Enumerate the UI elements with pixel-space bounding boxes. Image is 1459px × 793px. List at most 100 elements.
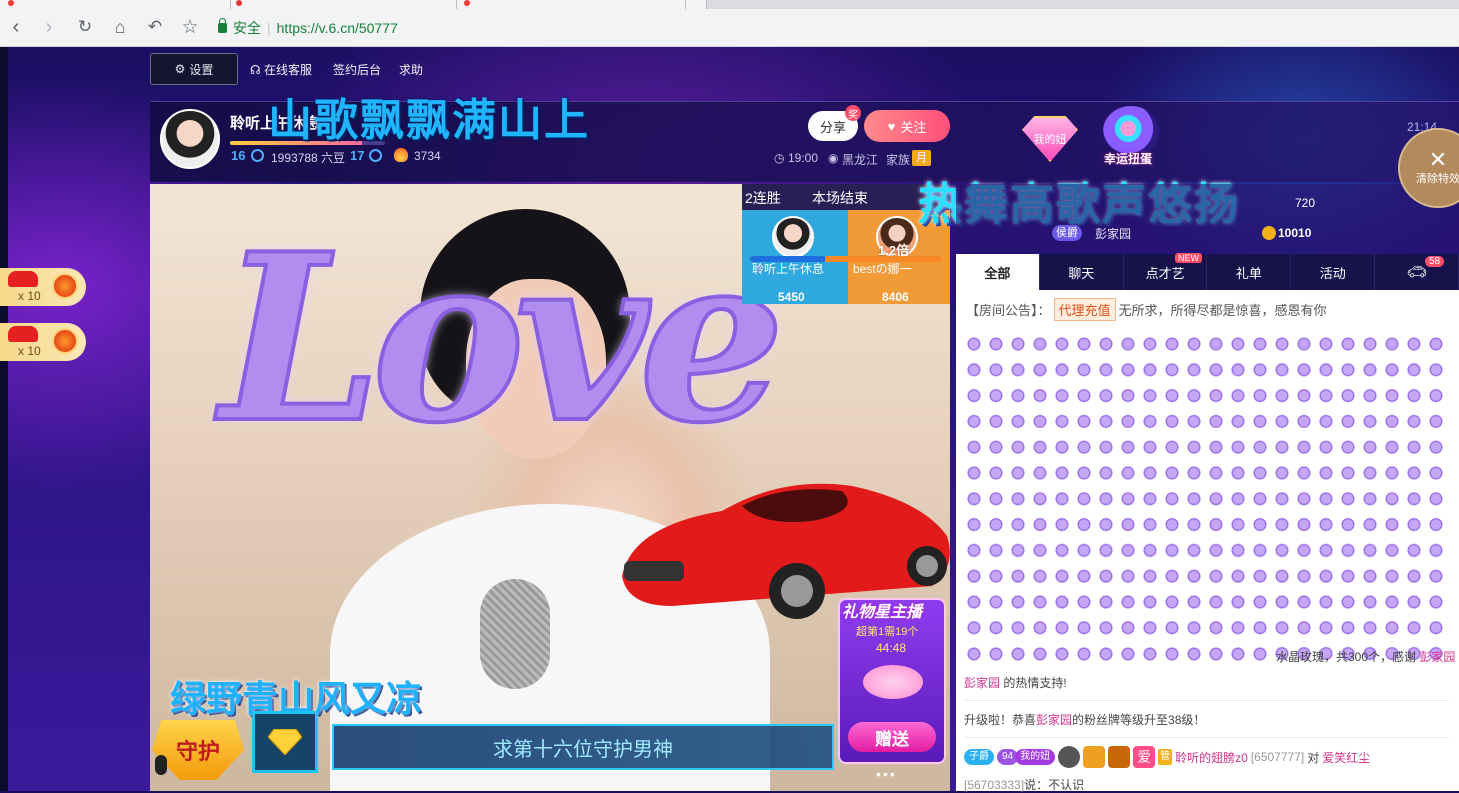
browser-tab[interactable]: [0, 0, 231, 9]
browser-tab[interactable]: [457, 0, 686, 9]
tab-gift-list[interactable]: 礼单: [1207, 254, 1292, 290]
lock-icon: [218, 18, 227, 33]
service-link[interactable]: ☊ 在线客服: [250, 61, 312, 78]
crystal-rose-icons: [966, 646, 1274, 666]
level-left: 16: [231, 148, 246, 163]
tab-favicon: [464, 0, 470, 6]
help-link[interactable]: 求助: [399, 61, 423, 78]
video-microphone: [480, 579, 550, 689]
popularity-count: 3734: [414, 149, 441, 163]
gift-orb-icon: [52, 328, 78, 354]
clock-icon: ◷: [774, 151, 785, 165]
chat-username[interactable]: 聆听的翅膀z0: [1175, 749, 1248, 766]
chat-said: 说：不认识: [1024, 778, 1085, 792]
pk-progress-fill: [750, 256, 825, 262]
browser-toolbar: ‹ › ↻ ⌂ ↶ ☆ 安全 | https://v.6.cn/50777: [0, 0, 1459, 47]
gift-message-tail: 彭家园 的热情支持!: [964, 674, 1067, 691]
new-badge: NEW: [1175, 253, 1202, 263]
close-icon: ✕: [1428, 147, 1448, 172]
rank-username[interactable]: 彭家园: [1095, 225, 1131, 242]
undo-icon[interactable]: ↶: [143, 15, 167, 39]
clear-effects-label: 清除特效: [1416, 173, 1459, 185]
coin-icon: [1262, 226, 1276, 240]
gift-message: 水晶玫瑰，共300个，感谢 彭家园: [1276, 648, 1455, 665]
sign-link[interactable]: 签约后台: [333, 61, 381, 78]
divider: [964, 737, 1450, 738]
address-bar[interactable]: 安全 | https://v.6.cn/50777: [212, 15, 1452, 41]
headset-icon: ☊: [250, 63, 261, 77]
gift-sender[interactable]: 彭家园: [1419, 650, 1455, 664]
car-gift-icon: [8, 326, 38, 342]
crown-icon: [1083, 746, 1106, 768]
gift-star-countdown: 44:48: [876, 641, 907, 655]
rank-coin-value: 10010: [1278, 226, 1312, 240]
notice-text: 无所求，所得尽都是惊喜，感恩有你: [1118, 303, 1327, 318]
lucky-egg-icon[interactable]: [1103, 106, 1159, 156]
level-right: 17: [350, 148, 365, 163]
upgrade-prefix: 升级啦！恭喜: [964, 713, 1037, 727]
love-badge: 爱: [1133, 746, 1156, 768]
love-effect: Love: [218, 202, 787, 476]
tab-all[interactable]: 全部: [956, 254, 1040, 290]
tab-chat[interactable]: 聊天: [1040, 254, 1124, 290]
gift-combo-count: x 10: [18, 289, 41, 303]
chat-to: 对: [1307, 750, 1320, 765]
tab-favicon: [236, 0, 242, 6]
diamond-shape: [268, 729, 302, 755]
tab-car[interactable]: 🚗︎: [1375, 254, 1459, 290]
car-gift-icon: [8, 271, 38, 287]
lucky-egg-label[interactable]: 幸运扭蛋: [1104, 150, 1152, 167]
microphone-icon[interactable]: [155, 755, 167, 775]
noble-badge: 侯爵: [1052, 225, 1082, 241]
guard-request-bar[interactable]: 求第十六位守护男神: [332, 724, 834, 770]
pk-streak: 2连胜: [745, 190, 781, 206]
anchor-avatar[interactable]: [160, 109, 220, 169]
live-time: 19:00: [788, 151, 819, 165]
diamond-icon[interactable]: [252, 711, 318, 773]
song-lyric-banner: 山歌飘飘满山上: [268, 96, 590, 145]
level-medal-icon: [1058, 746, 1081, 768]
address-separator: |: [267, 20, 271, 36]
upgrade-user[interactable]: 彭家园: [1036, 713, 1072, 727]
url-text[interactable]: https://v.6.cn/50777: [277, 20, 398, 36]
browser-tab[interactable]: [686, 0, 707, 9]
notice-tag[interactable]: 代理充值: [1053, 298, 1116, 321]
bookmark-star-icon[interactable]: ☆: [178, 15, 202, 39]
heart-icon: ♥: [887, 118, 896, 134]
back-icon[interactable]: ‹: [4, 15, 28, 39]
rank-value: 720: [1295, 196, 1316, 210]
anchor-region: 黑龙江: [842, 153, 879, 167]
gift-sender[interactable]: 彭家园: [964, 676, 1000, 690]
admin-badge: 管: [1158, 749, 1173, 765]
family-badge[interactable]: 月: [912, 150, 931, 166]
level-coin-icon: [369, 149, 382, 162]
chat-target[interactable]: 爱笑红尘: [1322, 749, 1370, 766]
divider: [964, 700, 1450, 701]
browser-tab[interactable]: [231, 0, 457, 9]
room-notice: 【房间公告】： 代理充值 无所求，所得尽都是惊喜，感恩有你: [966, 298, 1327, 321]
follow-label: 关注: [900, 119, 927, 135]
forward-icon[interactable]: ›: [37, 15, 61, 39]
follow-button[interactable]: ♥ 关注: [864, 110, 950, 142]
home-icon[interactable]: ⌂: [108, 15, 132, 39]
gift-message-text: 水晶玫瑰，共300个，感谢: [1276, 650, 1417, 664]
fire-icon: [394, 148, 408, 162]
gift-combo-badge: x 10: [0, 323, 86, 361]
gift-combo-badge: x 10: [0, 268, 86, 306]
vip-icon: [1108, 746, 1131, 768]
settings-button[interactable]: ⚙ 设置: [150, 53, 238, 85]
left-edge-strip: [0, 47, 8, 791]
pk-status: 本场结束: [812, 190, 868, 206]
chat-tabs: 全部 聊天 点才艺 礼单 活动 🚗︎: [956, 254, 1459, 290]
upgrade-suffix: 的粉丝牌等级升至38级！: [1072, 713, 1206, 727]
fan-badge: 我的妞: [1015, 749, 1056, 765]
chat-target-id: [56703333]: [964, 778, 1025, 792]
gift-star-title: 礼物星主播: [842, 604, 923, 621]
reload-icon[interactable]: ↻: [73, 15, 97, 39]
tab-activity[interactable]: 活动: [1291, 254, 1376, 290]
pk-left-avatar[interactable]: [772, 216, 814, 258]
chat-user-id: [6507777]: [1250, 750, 1305, 764]
more-dots-icon[interactable]: •••: [876, 766, 897, 782]
send-gift-button[interactable]: 赠送: [848, 722, 936, 752]
gear-icon: ⚙: [174, 62, 186, 76]
